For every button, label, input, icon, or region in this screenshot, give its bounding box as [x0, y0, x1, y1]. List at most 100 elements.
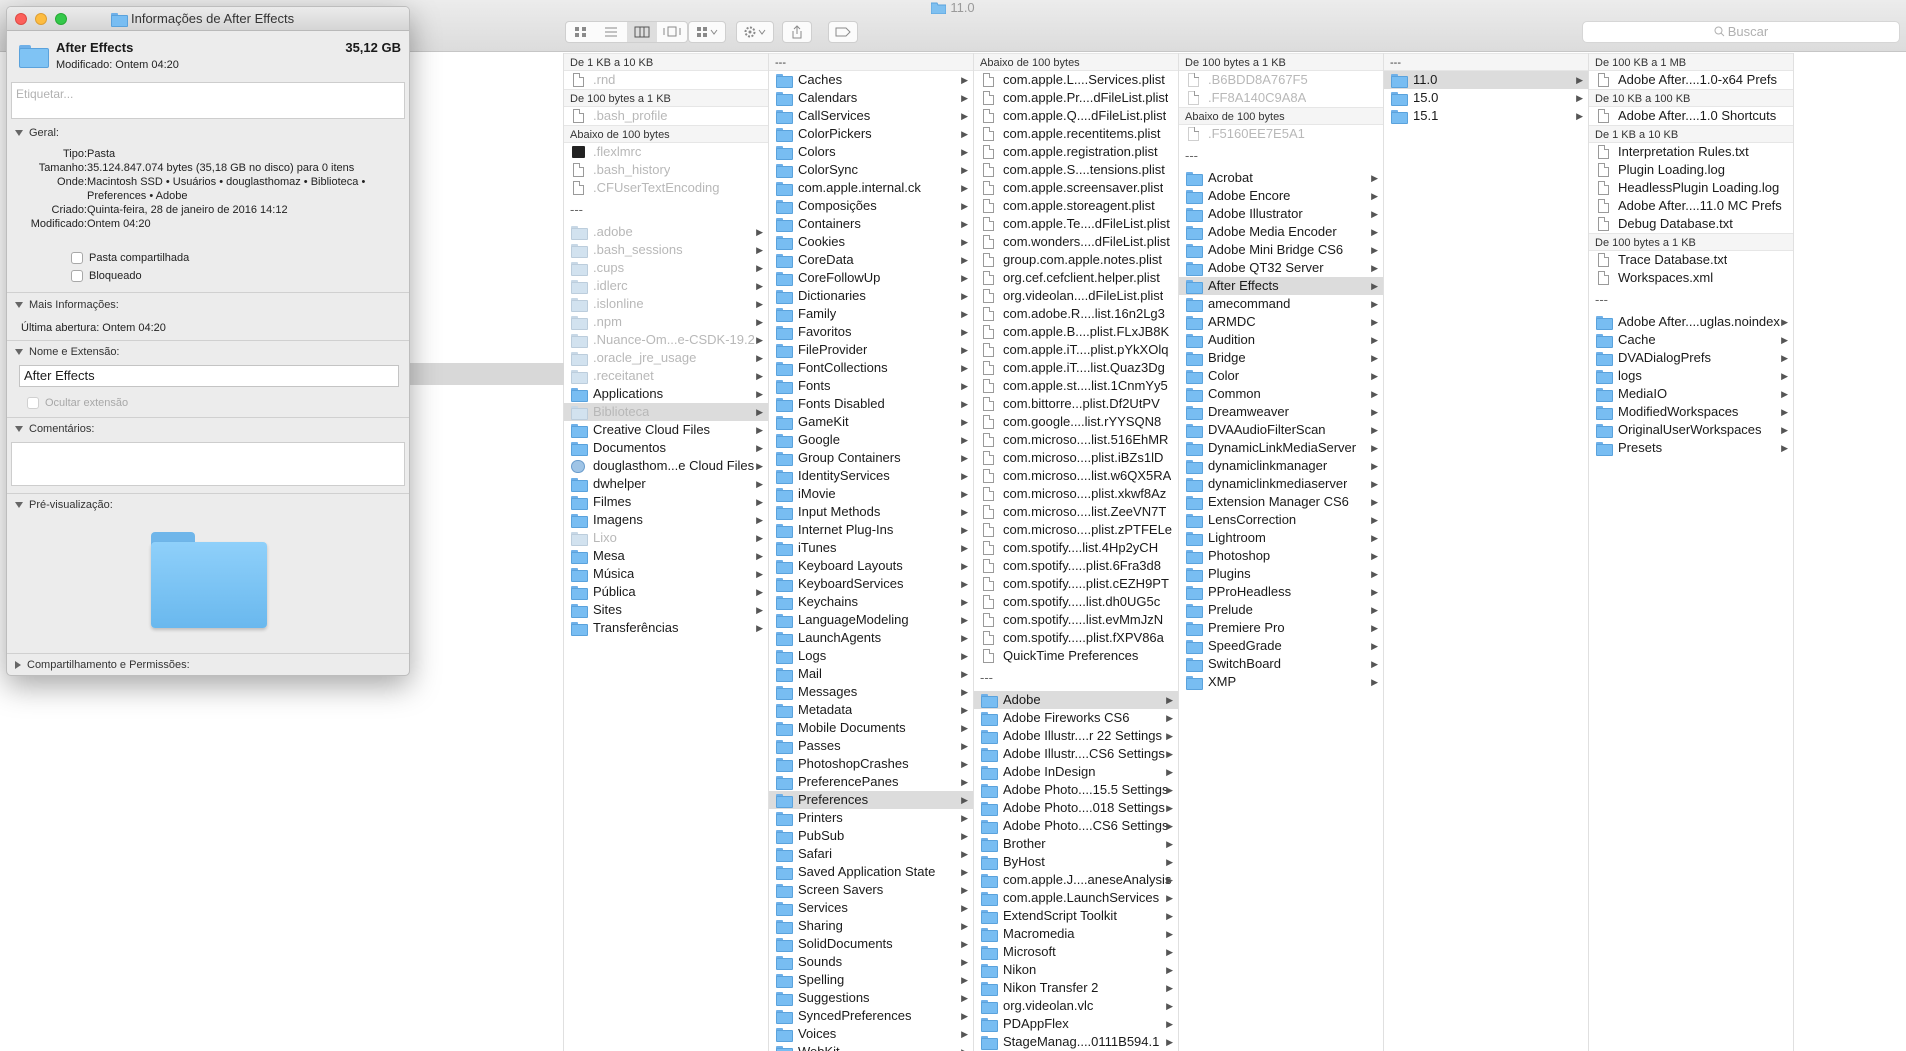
section-preview[interactable]: Pré-visualização: [15, 499, 113, 511]
file-list-item[interactable]: Adobe Encore ▶ [1179, 187, 1383, 205]
file-list-item[interactable]: Adobe After....1.0-x64 Prefs [1589, 71, 1793, 89]
file-list-item[interactable]: IdentityServices ▶ [769, 467, 973, 485]
file-list-item[interactable]: Audition ▶ [1179, 331, 1383, 349]
file-list-item[interactable]: Acrobat ▶ [1179, 169, 1383, 187]
file-list-item[interactable]: .F5160EE7E5A1 [1179, 125, 1383, 143]
file-list-item[interactable]: PhotoshopCrashes ▶ [769, 755, 973, 773]
file-list-item[interactable]: .bash_history [564, 161, 768, 179]
file-list-item[interactable]: com.microso....list.ZeeVN7T [974, 503, 1178, 521]
column-view-icon[interactable] [626, 22, 657, 42]
file-list-item[interactable]: com.spotify.....plist.6Fra3d8 [974, 557, 1178, 575]
file-list-item[interactable]: com.microso....plist.xkwf8Az [974, 485, 1178, 503]
file-list-item[interactable]: DVADialogPrefs ▶ [1589, 349, 1793, 367]
file-list-item[interactable]: MediaIO ▶ [1589, 385, 1793, 403]
section-comments[interactable]: Comentários: [15, 423, 94, 435]
share-button[interactable] [782, 21, 812, 43]
file-list-item[interactable]: iTunes ▶ [769, 539, 973, 557]
file-list-item[interactable]: Adobe After....11.0 MC Prefs [1589, 197, 1793, 215]
file-list-item[interactable]: Mail ▶ [769, 665, 973, 683]
file-list-item[interactable]: Spelling ▶ [769, 971, 973, 989]
file-list-item[interactable]: com.microso....plist.iBZs1lD [974, 449, 1178, 467]
file-list-item[interactable]: logs ▶ [1589, 367, 1793, 385]
file-list-item[interactable]: com.apple.registration.plist [974, 143, 1178, 161]
column-library[interactable]: --- Caches ▶ Calendars ▶ CallServices ▶ ColorPi… [768, 53, 973, 1051]
file-list-item[interactable]: Nikon ▶ [974, 961, 1178, 979]
file-list-item[interactable]: Keyboard Layouts ▶ [769, 557, 973, 575]
section-more-info[interactable]: Mais Informações: [15, 299, 119, 311]
file-list-item[interactable]: Debug Database.txt [1589, 215, 1793, 233]
file-list-item[interactable]: Voices ▶ [769, 1025, 973, 1043]
file-list-item[interactable]: SolidDocuments ▶ [769, 935, 973, 953]
file-list-item[interactable]: Composições ▶ [769, 197, 973, 215]
file-list-item[interactable]: Sharing ▶ [769, 917, 973, 935]
file-list-item[interactable]: 15.1 ▶ [1384, 107, 1588, 125]
file-list-item[interactable]: iMovie ▶ [769, 485, 973, 503]
file-list-item[interactable]: XMP ▶ [1179, 673, 1383, 691]
file-list-item[interactable]: DVAAudioFilterScan ▶ [1179, 421, 1383, 439]
file-list-item[interactable]: Prelude ▶ [1179, 601, 1383, 619]
file-list-item[interactable]: Suggestions ▶ [769, 989, 973, 1007]
name-field[interactable]: After Effects [19, 365, 399, 387]
file-list-item[interactable]: Google ▶ [769, 431, 973, 449]
file-list-item[interactable]: Interpretation Rules.txt [1589, 143, 1793, 161]
file-list-item[interactable]: Adobe Photo....018 Settings ▶ [974, 799, 1178, 817]
file-list-item[interactable]: com.wonders....dFileList.plist [974, 233, 1178, 251]
file-list-item[interactable]: Messages ▶ [769, 683, 973, 701]
file-list-item[interactable]: Plugins ▶ [1179, 565, 1383, 583]
file-list-item[interactable]: 11.0 ▶ [1384, 71, 1588, 89]
file-list-item[interactable]: Macromedia ▶ [974, 925, 1178, 943]
file-list-item[interactable]: Plugin Loading.log [1589, 161, 1793, 179]
file-list-item[interactable]: Services ▶ [769, 899, 973, 917]
file-list-item[interactable]: PubSub ▶ [769, 827, 973, 845]
column-adobe[interactable]: De 100 bytes a 1 KB .B6BDD8A767F5 .FF8A140… [1178, 53, 1383, 1051]
icon-view-icon[interactable] [566, 22, 596, 42]
coverflow-view-icon[interactable] [657, 22, 687, 42]
file-list-item[interactable]: com.apple.st....list.1CnmYy5 [974, 377, 1178, 395]
file-list-item[interactable]: org.videolan....dFileList.plist [974, 287, 1178, 305]
file-list-item[interactable]: Bridge ▶ [1179, 349, 1383, 367]
action-gear-button[interactable] [736, 21, 774, 43]
file-list-item[interactable]: com.microso....list.w6QX5RA [974, 467, 1178, 485]
column-version[interactable]: De 100 KB a 1 MB Adobe After....1.0-x64 P… [1588, 53, 1793, 1051]
get-info-window[interactable]: Informações de After Effects After Effec… [6, 6, 410, 676]
file-list-item[interactable]: com.apple.L....Services.plist [974, 71, 1178, 89]
tags-field[interactable]: Etiquetar... [11, 82, 405, 119]
file-list-item[interactable]: .rnd [564, 71, 768, 89]
file-list-item[interactable]: Mobile Documents ▶ [769, 719, 973, 737]
file-list-item[interactable]: Mesa ▶ [564, 547, 768, 565]
file-list-item[interactable]: com.apple.LaunchServices ▶ [974, 889, 1178, 907]
close-button[interactable] [15, 13, 27, 25]
file-list-item[interactable]: com.apple.storeagent.plist [974, 197, 1178, 215]
file-list-item[interactable]: .flexlmrc [564, 143, 768, 161]
file-list-item[interactable]: Dreamweaver ▶ [1179, 403, 1383, 421]
file-list-item[interactable]: LensCorrection ▶ [1179, 511, 1383, 529]
file-list-item[interactable]: Nikon Transfer 2 ▶ [974, 979, 1178, 997]
file-list-item[interactable]: .CFUserTextEncoding [564, 179, 768, 197]
file-list-item[interactable]: Internet Plug-Ins ▶ [769, 521, 973, 539]
file-list-item[interactable]: Pública ▶ [564, 583, 768, 601]
file-list-item[interactable]: com.apple.Pr....dFileList.plist [974, 89, 1178, 107]
file-list-item[interactable]: com.apple.J....aneseAnalysis ▶ [974, 871, 1178, 889]
file-list-item[interactable]: Lixo ▶ [564, 529, 768, 547]
file-list-item[interactable]: PProHeadless ▶ [1179, 583, 1383, 601]
section-general[interactable]: Geral: [15, 127, 59, 139]
file-list-item[interactable]: ColorSync ▶ [769, 161, 973, 179]
file-list-item[interactable]: FileProvider ▶ [769, 341, 973, 359]
file-list-item[interactable]: Logs ▶ [769, 647, 973, 665]
column-preferences[interactable]: Abaixo de 100 bytes com.apple.L....Servic… [973, 53, 1178, 1051]
file-list-item[interactable]: HeadlessPlugin Loading.log [1589, 179, 1793, 197]
file-list-item[interactable]: Fonts Disabled ▶ [769, 395, 973, 413]
file-list-item[interactable]: dwhelper ▶ [564, 475, 768, 493]
file-list-item[interactable]: Sounds ▶ [769, 953, 973, 971]
file-list-item[interactable]: com.apple.screensaver.plist [974, 179, 1178, 197]
locked-checkbox[interactable]: Bloqueado [71, 270, 142, 282]
file-list-item[interactable]: Adobe InDesign ▶ [974, 763, 1178, 781]
file-list-item[interactable]: ColorPickers ▶ [769, 125, 973, 143]
file-list-item[interactable]: Calendars ▶ [769, 89, 973, 107]
file-list-item[interactable]: Sites ▶ [564, 601, 768, 619]
file-list-item[interactable]: After Effects ▶ [1179, 277, 1383, 295]
file-list-item[interactable]: Caches ▶ [769, 71, 973, 89]
file-list-item[interactable]: Saved Application State ▶ [769, 863, 973, 881]
file-list-item[interactable]: com.spotify.....plist.cEZH9PT [974, 575, 1178, 593]
file-list-item[interactable]: Adobe Photo....CS6 Settings ▶ [974, 817, 1178, 835]
